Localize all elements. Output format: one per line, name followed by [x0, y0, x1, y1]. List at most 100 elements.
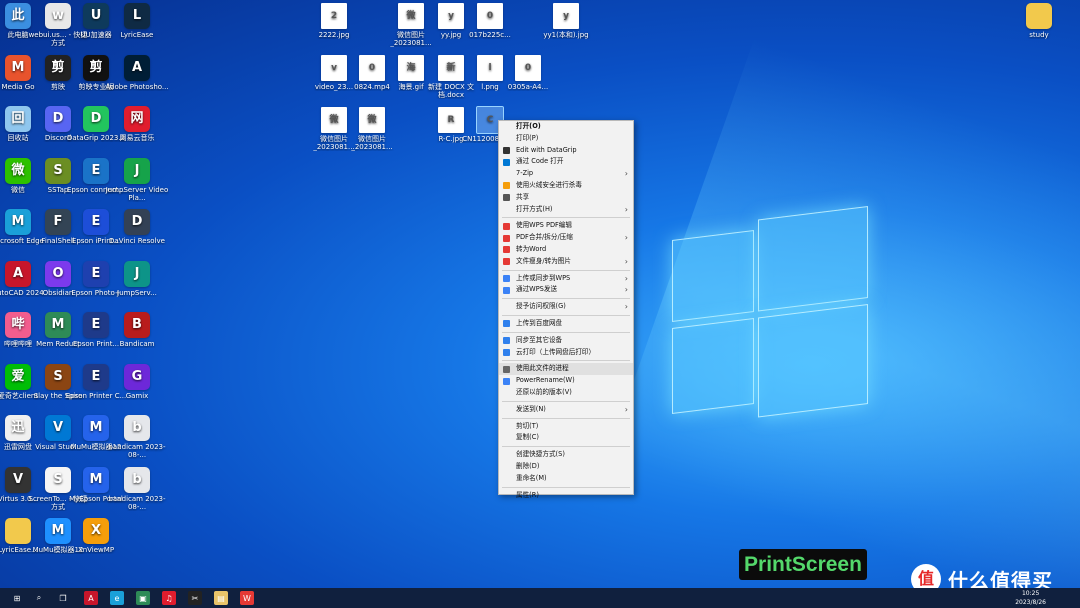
menu-item-label: 云打印（上传网盘后打印） [516, 347, 596, 356]
desktop-icon[interactable]: b bandicam 2023-08-... [105, 415, 169, 459]
menu-item-label: 使用WPS PDF编辑 [516, 221, 572, 230]
capcut-icon[interactable]: ✂ [188, 591, 202, 605]
menu-item[interactable]: 通过 Code 打开 [499, 156, 633, 168]
desktop-icon[interactable]: J JumpServ... [105, 260, 169, 297]
menu-item[interactable]: 打开方式(H) › [499, 204, 633, 216]
menu-separator [502, 331, 630, 333]
menu-item[interactable]: 重命名(M) [499, 473, 633, 485]
menu-item[interactable]: 删除(D) [499, 461, 633, 473]
menu-item[interactable]: 授予访问权限(G) › [499, 301, 633, 313]
menu-separator [502, 486, 630, 488]
menu-item[interactable]: PowerRename(W) [499, 375, 633, 387]
desktop-icon[interactable]: study [1007, 3, 1071, 39]
menu-item[interactable]: 转为Word [499, 244, 633, 256]
desktop-icon-label: XnViewMP [77, 546, 115, 554]
menu-item[interactable]: 使用WPS PDF编辑 [499, 220, 633, 232]
desktop-icon[interactable]: 0 017b225c... [458, 3, 522, 39]
send-icon [503, 286, 510, 294]
menu-item[interactable]: 同步至其它设备 [499, 335, 633, 347]
desktop-icon-label: 017b225c... [469, 31, 511, 39]
menu-item[interactable]: Edit with DataGrip [499, 145, 633, 157]
menu-item[interactable]: 共享 [499, 192, 633, 204]
menu-item-label: 创建快捷方式(S) [516, 450, 565, 459]
menu-item[interactable]: 属性(R) [499, 490, 633, 502]
menu-item[interactable]: 使用火绒安全进行杀毒 [499, 180, 633, 192]
menu-separator [502, 360, 630, 362]
menu-item[interactable]: 上传到百度网盘 [499, 318, 633, 330]
desktop-icon[interactable]: G Gamix [105, 363, 169, 400]
desktop-icon[interactable]: 微微信图片_2023081... [340, 107, 404, 151]
desktop-icon-label: yy1(本和).jpg [543, 31, 589, 39]
menu-item[interactable]: 7-Zip › [499, 168, 633, 180]
desktop-icon[interactable]: b bandicam 2023-08-... [105, 466, 169, 511]
menu-item[interactable]: 复制(C) [499, 432, 633, 444]
desktop-icon[interactable]: D DaVinci Resolve [105, 209, 169, 245]
menu-separator [502, 269, 630, 271]
menu-separator [502, 446, 630, 448]
submenu-arrow-icon: › [624, 233, 628, 243]
menu-item[interactable]: 使用此文件的进程 [499, 363, 633, 376]
menu-item-label: 打开方式(H) [516, 204, 553, 213]
desktop-icon[interactable]: J JumpServer Video Pla... [105, 157, 169, 202]
baidu-icon [503, 337, 510, 345]
photoshop-icon: A [124, 54, 150, 81]
menu-item[interactable]: 通过WPS发送 › [499, 284, 633, 296]
desktop-icon[interactable]: y yy1(本和).jpg [534, 3, 598, 39]
menu-item-label: 上传到百度网盘 [516, 318, 563, 327]
menu-item[interactable]: PDF合并/拆分/压缩 › [499, 232, 633, 244]
desktop-icon[interactable]: 0 0305a-A4... [496, 55, 560, 91]
jumpserver-icon: J [124, 260, 150, 287]
explorer-icon[interactable]: ▤ [214, 591, 228, 605]
wps-icon[interactable]: W [240, 591, 254, 605]
video-file-icon: b [124, 466, 150, 493]
menu-item-label: 通过 Code 打开 [516, 157, 564, 166]
menu-item[interactable]: 打开(O) [499, 121, 633, 133]
submenu-arrow-icon: › [624, 273, 628, 283]
submenu-arrow-icon: › [624, 302, 628, 312]
submenu-arrow-icon: › [624, 204, 628, 214]
task-view-icon[interactable]: ❐ [56, 591, 70, 605]
submenu-arrow-icon: › [624, 256, 628, 266]
menu-item-label: 重命名(M) [516, 473, 547, 482]
desktop-icon[interactable]: B Bandicam [105, 312, 169, 348]
desktop-icon[interactable]: L LyricEase [105, 3, 169, 39]
desktop-icon[interactable]: A Adobe Photosho... [105, 54, 169, 91]
menu-item-label: PDF合并/拆分/压缩 [516, 233, 573, 242]
edge-icon[interactable]: e [110, 591, 124, 605]
menu-item[interactable]: 还原以前的版本(V) [499, 387, 633, 399]
menu-item[interactable]: 上传或同步到WPS › [499, 273, 633, 285]
menu-item-label: 通过WPS发送 [516, 285, 558, 294]
search-icon[interactable]: ⌕ [32, 591, 46, 605]
start-button[interactable]: ⊞ [10, 591, 24, 605]
desktop-icon[interactable]: X XnViewMP [64, 518, 128, 554]
netease-music-icon[interactable]: ♫ [162, 591, 176, 605]
share-icon [503, 194, 510, 202]
menu-separator [502, 298, 630, 300]
menu-item[interactable]: 打印(P) [499, 133, 633, 145]
bandicam-icon: B [124, 312, 150, 338]
printscreen-watermark: PrintScreen [739, 549, 867, 580]
menu-item-label: 复制(C) [516, 433, 539, 442]
menu-item[interactable]: 发送到(N) › [499, 404, 633, 416]
desktop-icon[interactable]: 网网易云音乐 [105, 106, 169, 142]
menu-item-label: 使用火绒安全进行杀毒 [516, 180, 582, 189]
menu-item[interactable]: 创建快捷方式(S) [499, 449, 633, 461]
desktop-icon[interactable]: 2 2222.jpg [302, 3, 366, 39]
huorong-icon [503, 182, 510, 190]
vscode-icon [503, 158, 510, 166]
taskbar-clock[interactable]: 10:25 2023/8/26 [1015, 589, 1046, 607]
menu-item-label: 发送到(N) [516, 404, 546, 413]
app-icon[interactable]: ▣ [136, 591, 150, 605]
video-file-icon: b [124, 415, 150, 441]
lock-icon [503, 365, 510, 373]
folder-icon [1026, 3, 1052, 29]
menu-item[interactable]: 文件瘦身/转为图片 › [499, 256, 633, 268]
autocad-icon[interactable]: A [84, 591, 98, 605]
menu-item-label: 删除(D) [516, 461, 540, 470]
wps-icon [503, 222, 510, 230]
menu-item[interactable]: 剪切(T) [499, 421, 633, 433]
submenu-arrow-icon: › [624, 404, 628, 414]
desktop-icon-label: bandicam 2023-08-... [108, 494, 166, 511]
wps-icon [503, 258, 510, 266]
menu-item[interactable]: 云打印（上传网盘后打印） [499, 347, 633, 359]
